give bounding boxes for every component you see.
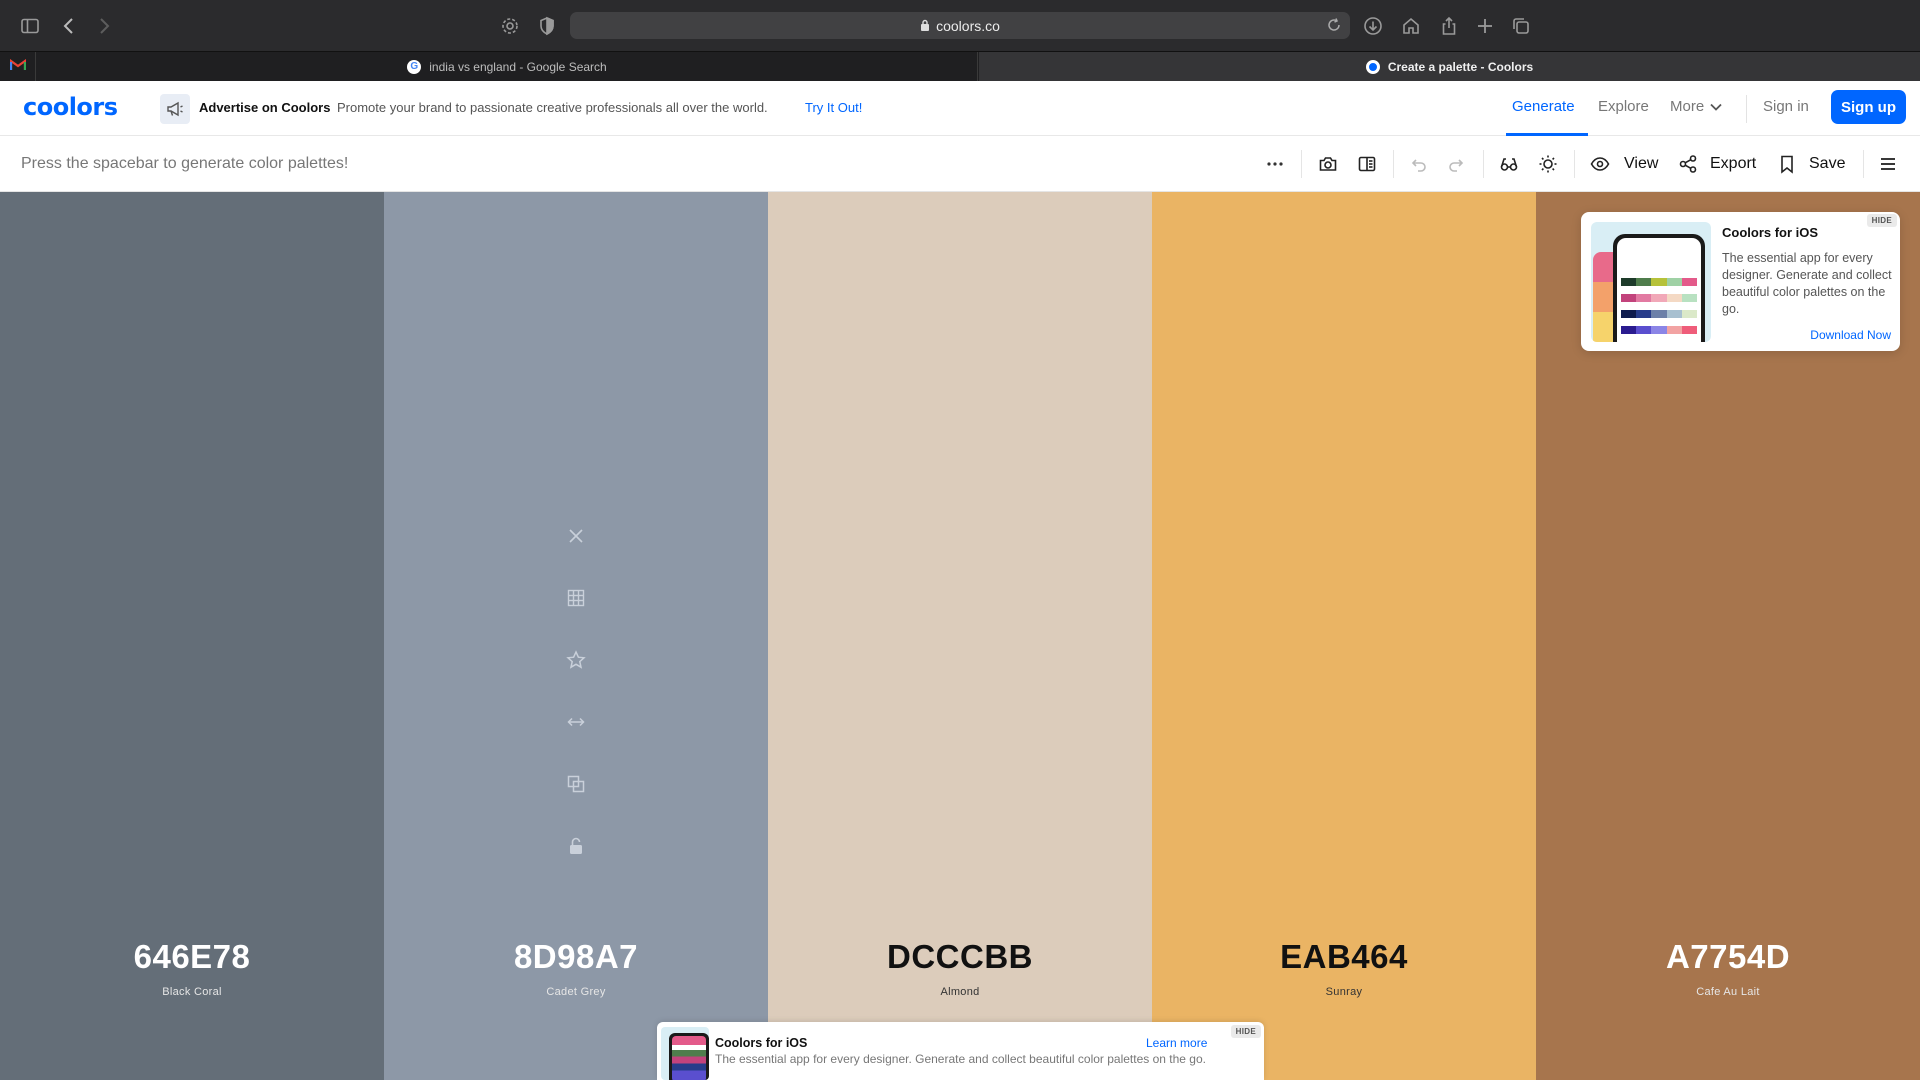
more-options-icon[interactable] bbox=[1263, 152, 1287, 176]
url-text: coolors.co bbox=[936, 17, 1000, 34]
close-icon[interactable] bbox=[564, 524, 588, 548]
brightness-icon[interactable] bbox=[1536, 152, 1560, 176]
address-bar[interactable]: coolors.co bbox=[570, 12, 1350, 39]
hide-promo-button[interactable]: HIDE bbox=[1866, 214, 1897, 227]
app-thumbnail-image bbox=[661, 1027, 709, 1080]
google-favicon-icon: G bbox=[407, 59, 422, 74]
copy-icon[interactable] bbox=[564, 772, 588, 796]
gmail-icon bbox=[9, 58, 26, 76]
color-name: Almond bbox=[940, 986, 980, 998]
color-swatch[interactable]: DCCCBB Almond bbox=[768, 192, 1152, 1080]
bookmark-icon[interactable] bbox=[1775, 152, 1799, 176]
save-button[interactable]: Save bbox=[1809, 155, 1845, 173]
site-header: coolors Advertise on Coolors Promote you… bbox=[0, 81, 1920, 136]
share-nodes-icon[interactable] bbox=[1676, 152, 1700, 176]
view-button[interactable]: View bbox=[1624, 155, 1658, 173]
hide-bottom-promo-button[interactable]: HIDE bbox=[1230, 1025, 1261, 1038]
ad-title: Advertise on Coolors bbox=[199, 100, 331, 115]
toolbar-divider bbox=[1483, 150, 1484, 178]
nav-more[interactable]: More bbox=[1670, 98, 1722, 115]
color-name: Black Coral bbox=[162, 986, 222, 998]
coolors-logo[interactable]: coolors bbox=[23, 93, 118, 121]
color-name: Sunray bbox=[1325, 986, 1363, 998]
toolbar-divider bbox=[1393, 150, 1394, 178]
redo-icon[interactable] bbox=[1445, 152, 1469, 176]
ad-text: Promote your brand to passionate creativ… bbox=[337, 100, 768, 115]
lock-icon[interactable] bbox=[564, 834, 588, 858]
new-tab-icon[interactable] bbox=[1472, 13, 1498, 39]
hamburger-menu-icon[interactable] bbox=[1876, 152, 1900, 176]
gmail-pinned-tab[interactable] bbox=[0, 52, 36, 81]
color-hex[interactable]: DCCCBB bbox=[768, 938, 1152, 976]
palette-layout-icon[interactable] bbox=[1355, 152, 1379, 176]
tab-label: Create a palette - Coolors bbox=[1387, 59, 1534, 74]
nav-generate[interactable]: Generate bbox=[1512, 98, 1575, 115]
color-swatch[interactable]: 646E78 Black Coral bbox=[0, 192, 384, 1080]
browser-toolbar: coolors.co bbox=[0, 0, 1920, 51]
undo-icon[interactable] bbox=[1406, 152, 1430, 176]
tab-coolors[interactable]: Create a palette - Coolors bbox=[979, 52, 1920, 81]
spacebar-hint: Press the spacebar to generate color pal… bbox=[21, 155, 349, 172]
color-name: Cadet Grey bbox=[546, 986, 606, 998]
camera-icon[interactable] bbox=[1316, 152, 1340, 176]
bottom-promo-title: Coolors for iOS bbox=[715, 1036, 808, 1050]
nav-divider bbox=[1746, 95, 1747, 123]
color-hex[interactable]: EAB464 bbox=[1152, 938, 1536, 976]
toolbar-divider bbox=[1301, 150, 1302, 178]
megaphone-icon bbox=[160, 94, 190, 124]
sidebar-toggle-icon[interactable] bbox=[17, 13, 43, 39]
tab-strip: G india vs england - Google Search Creat… bbox=[0, 51, 1920, 81]
drag-arrows-icon[interactable] bbox=[564, 710, 588, 734]
back-icon[interactable] bbox=[56, 13, 82, 39]
forward-icon[interactable] bbox=[91, 13, 117, 39]
settings-icon[interactable] bbox=[497, 13, 523, 39]
share-icon[interactable] bbox=[1436, 13, 1462, 39]
glasses-icon[interactable] bbox=[1497, 152, 1521, 176]
palette-toolbar: Press the spacebar to generate color pal… bbox=[0, 137, 1920, 192]
bottom-ios-promo: Coolors for iOS The essential app for ev… bbox=[657, 1022, 1264, 1080]
lock-icon bbox=[920, 18, 930, 34]
coolors-favicon-icon bbox=[1365, 59, 1380, 74]
chevron-down-icon bbox=[1710, 98, 1722, 115]
bottom-promo-text: The essential app for every designer. Ge… bbox=[715, 1052, 1206, 1066]
star-icon[interactable] bbox=[564, 648, 588, 672]
export-button[interactable]: Export bbox=[1710, 155, 1756, 173]
color-hex[interactable]: A7754D bbox=[1536, 938, 1920, 976]
sign-up-button[interactable]: Sign up bbox=[1831, 90, 1906, 124]
home-icon[interactable] bbox=[1398, 13, 1424, 39]
privacy-shield-icon[interactable] bbox=[534, 13, 560, 39]
color-hex[interactable]: 646E78 bbox=[0, 938, 384, 976]
color-name: Cafe Au Lait bbox=[1696, 986, 1760, 998]
color-swatch[interactable]: 8D98A7 Cadet Grey bbox=[384, 192, 768, 1080]
eye-icon[interactable] bbox=[1588, 152, 1612, 176]
app-screenshot-image bbox=[1591, 222, 1711, 342]
grid-icon[interactable] bbox=[564, 586, 588, 610]
toolbar-divider bbox=[1863, 150, 1864, 178]
color-swatch[interactable]: EAB464 Sunray bbox=[1152, 192, 1536, 1080]
sign-in-link[interactable]: Sign in bbox=[1763, 98, 1809, 115]
toolbar-divider bbox=[1574, 150, 1575, 178]
tab-overview-icon[interactable] bbox=[1508, 13, 1534, 39]
reload-icon[interactable] bbox=[1326, 17, 1342, 33]
nav-explore[interactable]: Explore bbox=[1598, 98, 1649, 115]
nav-more-label: More bbox=[1670, 98, 1705, 115]
nav-active-underline bbox=[1506, 133, 1588, 136]
promo-title: Coolors for iOS bbox=[1722, 225, 1819, 240]
ad-try-link[interactable]: Try It Out! bbox=[805, 100, 862, 115]
tab-label: india vs england - Google Search bbox=[429, 59, 607, 74]
ios-promo-card: Coolors for iOS The essential app for ev… bbox=[1581, 212, 1900, 351]
color-hex[interactable]: 8D98A7 bbox=[384, 938, 768, 976]
download-icon[interactable] bbox=[1360, 13, 1386, 39]
promo-text: The essential app for every designer. Ge… bbox=[1722, 251, 1892, 316]
tab-google-search[interactable]: G india vs england - Google Search bbox=[37, 52, 978, 81]
download-now-link[interactable]: Download Now bbox=[1810, 328, 1891, 342]
learn-more-link[interactable]: Learn more bbox=[1146, 1036, 1207, 1050]
